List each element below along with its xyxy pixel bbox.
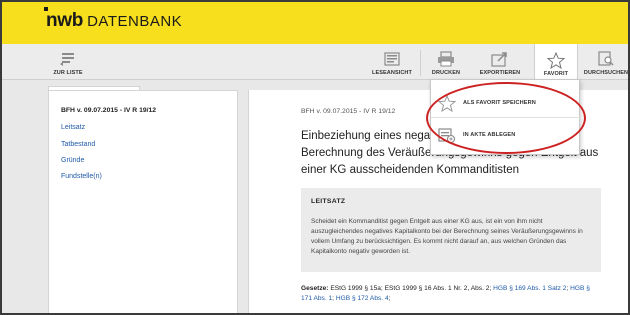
leitsatz-box: LEITSATZ Scheidet ein Kommanditist gegen… <box>301 188 601 272</box>
print-button[interactable]: DRUCKEN <box>424 44 468 80</box>
toc-heading: BFH v. 09.07.2015 - IV R 19/12 <box>61 107 157 114</box>
print-label: DRUCKEN <box>431 70 461 76</box>
reader-view-label: LESEANSICHT <box>372 70 412 76</box>
gesetze-text: ; <box>388 295 391 302</box>
star-icon <box>547 51 565 69</box>
reader-view-icon <box>383 51 401 67</box>
toc-link-gruende[interactable]: Gründe <box>61 157 84 164</box>
back-to-list-button[interactable]: ZUR LISTE <box>46 44 90 80</box>
gesetze-list: Gesetze: EStG 1999 § 15a; EStG 1999 § 16… <box>301 284 601 304</box>
toc-link-tatbestand[interactable]: Tatbestand <box>61 141 95 148</box>
back-to-list-label: ZUR LISTE <box>53 70 83 76</box>
toc-panel: BFH v. 09.07.2015 - IV R 19/12 Leitsatz … <box>48 90 238 313</box>
reader-view-button[interactable]: LESEANSICHT <box>372 44 412 80</box>
toc-link-fundstellen[interactable]: Fundstelle(n) <box>61 173 102 180</box>
search-document-icon <box>597 51 615 67</box>
printer-icon <box>437 51 455 67</box>
export-button[interactable]: EXPORTIEREN <box>476 44 524 80</box>
annotation-highlight-circle <box>426 82 586 154</box>
gesetze-text: EStG 1999 § 15a; EStG 1999 § 16 Abs. 1 N… <box>328 285 494 292</box>
leitsatz-text: Scheidet ein Kommanditist gegen Entgelt … <box>311 218 583 255</box>
search-document-label: DURCHSUCHEN <box>583 70 629 76</box>
favorite-button[interactable]: FAVORIT <box>534 44 578 81</box>
logo-dot <box>44 7 48 11</box>
list-back-icon <box>59 51 77 67</box>
app-window: nwb DATENBANK ZUR LISTE LESEANSICHT DRUC… <box>0 0 630 315</box>
toolbar: ZUR LISTE LESEANSICHT DRUCKEN EXPORTIERE… <box>2 44 628 81</box>
logo-product: DATENBANK <box>87 13 183 30</box>
toolbar-divider <box>420 50 421 76</box>
toc-link-leitsatz[interactable]: Leitsatz <box>61 124 85 131</box>
nwb-logo[interactable]: nwb DATENBANK <box>44 7 183 32</box>
favorite-label: FAVORIT <box>543 71 569 77</box>
document-reference: BFH v. 09.07.2015 - IV R 19/12 <box>301 108 396 115</box>
search-document-button[interactable]: DURCHSUCHEN <box>584 44 628 80</box>
logo-brand: nwb <box>46 10 84 31</box>
gesetze-label: Gesetze: <box>301 285 329 292</box>
export-icon <box>491 51 509 67</box>
law-link[interactable]: HGB § 169 Abs. 1 Satz 2 <box>493 285 566 292</box>
app-header: nwb DATENBANK <box>2 2 628 44</box>
export-label: EXPORTIEREN <box>479 70 521 76</box>
leitsatz-heading: LEITSATZ <box>311 198 346 205</box>
law-link[interactable]: HGB § 172 Abs. 4 <box>336 295 389 302</box>
